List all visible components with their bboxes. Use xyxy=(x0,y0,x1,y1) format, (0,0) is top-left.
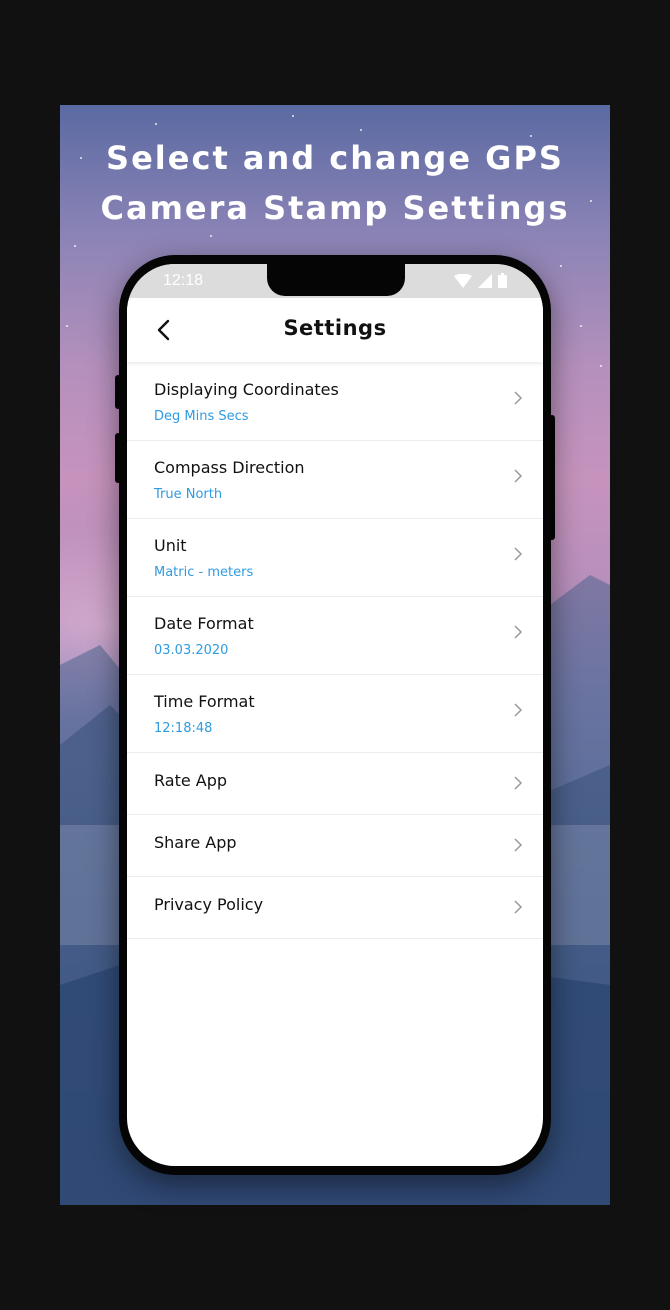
privacy-policy-item[interactable]: Privacy Policy xyxy=(127,877,543,939)
setting-label: Rate App xyxy=(154,771,228,790)
setting-time-format[interactable]: Time Format 12:18:48 xyxy=(127,675,543,753)
headline-line-1: Select and change GPS xyxy=(106,139,564,177)
app-bar: Settings xyxy=(127,298,543,362)
setting-value: 12:18:48 xyxy=(154,721,213,736)
rate-app-item[interactable]: Rate App xyxy=(127,753,543,815)
setting-label: Date Format xyxy=(154,614,254,633)
chevron-right-icon xyxy=(514,703,523,717)
status-time: 12:18 xyxy=(163,272,204,289)
chevron-right-icon xyxy=(514,469,523,483)
chevron-right-icon xyxy=(514,776,523,790)
chevron-right-icon xyxy=(514,838,523,852)
setting-value: Matric - meters xyxy=(154,565,254,580)
chevron-right-icon xyxy=(514,625,523,639)
setting-label: Privacy Policy xyxy=(154,895,264,914)
headline: Select and change GPS Camera Stamp Setti… xyxy=(60,133,610,233)
chevron-right-icon xyxy=(514,547,523,561)
phone-frame: 12:18 Settings Displaying Coordinates De… xyxy=(119,255,551,1175)
setting-value: Deg Mins Secs xyxy=(154,409,249,424)
headline-line-2: Camera Stamp Settings xyxy=(100,189,570,227)
setting-compass-direction[interactable]: Compass Direction True North xyxy=(127,441,543,519)
setting-label: Unit xyxy=(154,536,187,555)
setting-label: Time Format xyxy=(154,692,255,711)
status-bar: 12:18 xyxy=(127,264,543,298)
page-title: Settings xyxy=(283,316,387,340)
signal-icon xyxy=(478,273,492,288)
phone-screen: 12:18 Settings Displaying Coordinates De… xyxy=(127,264,543,1166)
setting-label: Compass Direction xyxy=(154,458,305,477)
chevron-right-icon xyxy=(514,391,523,405)
chevron-right-icon xyxy=(514,900,523,914)
settings-list: Displaying Coordinates Deg Mins Secs Com… xyxy=(127,363,543,939)
wifi-icon xyxy=(454,273,472,288)
setting-value: True North xyxy=(154,487,223,502)
battery-icon xyxy=(498,273,507,288)
setting-date-format[interactable]: Date Format 03.03.2020 xyxy=(127,597,543,675)
status-icons xyxy=(454,273,507,288)
setting-value: 03.03.2020 xyxy=(154,643,229,658)
setting-displaying-coordinates[interactable]: Displaying Coordinates Deg Mins Secs xyxy=(127,363,543,441)
setting-unit[interactable]: Unit Matric - meters xyxy=(127,519,543,597)
camera-notch xyxy=(267,264,405,296)
share-app-item[interactable]: Share App xyxy=(127,815,543,877)
setting-label: Displaying Coordinates xyxy=(154,380,339,399)
setting-label: Share App xyxy=(154,833,237,852)
